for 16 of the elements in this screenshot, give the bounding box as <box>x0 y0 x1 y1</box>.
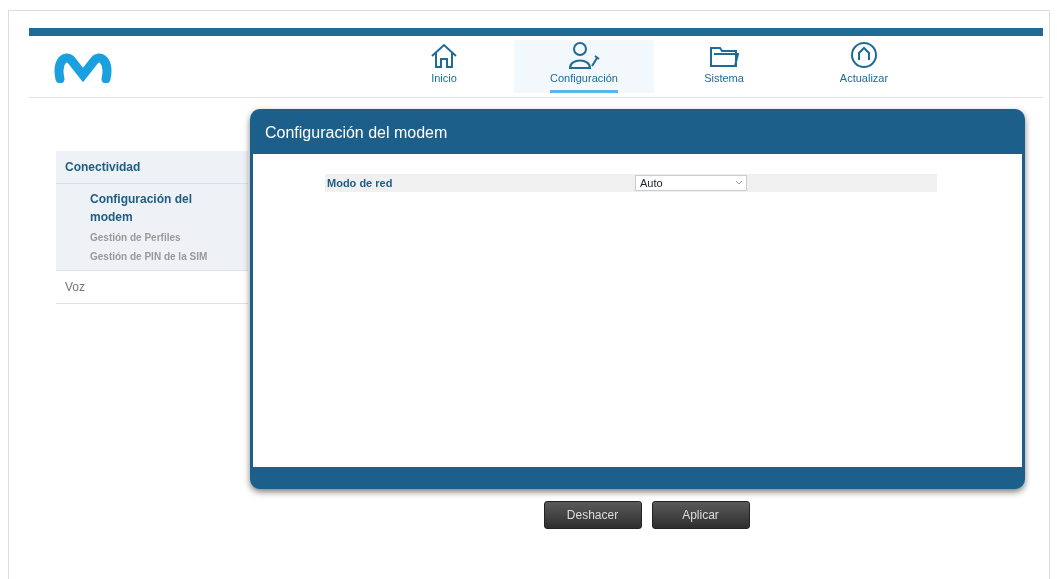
network-mode-dropdown[interactable]: Auto <box>635 175 747 191</box>
logo-icon <box>54 50 112 83</box>
action-button[interactable]: Aplicar <box>651 501 750 529</box>
nav-tab[interactable]: Sistema <box>654 40 794 93</box>
upload-circle-icon <box>848 40 880 71</box>
nav-tab[interactable]: Actualizar <box>794 40 934 93</box>
panel-title: Configuración del modem <box>264 123 449 143</box>
person-wrench-icon <box>568 40 600 71</box>
caret-icon <box>736 181 742 185</box>
sidebar-item[interactable]: Voz <box>56 271 248 303</box>
sidebar-item[interactable]: Conectividad <box>56 151 248 184</box>
nav-tab[interactable]: Inicio <box>374 40 514 93</box>
sidebar-subitem[interactable]: Configuración del modem <box>56 188 248 228</box>
action-button[interactable]: Deshacer <box>543 501 642 529</box>
field-label: Modo de red <box>326 175 394 191</box>
nav-tab[interactable]: Configuración <box>514 40 654 93</box>
